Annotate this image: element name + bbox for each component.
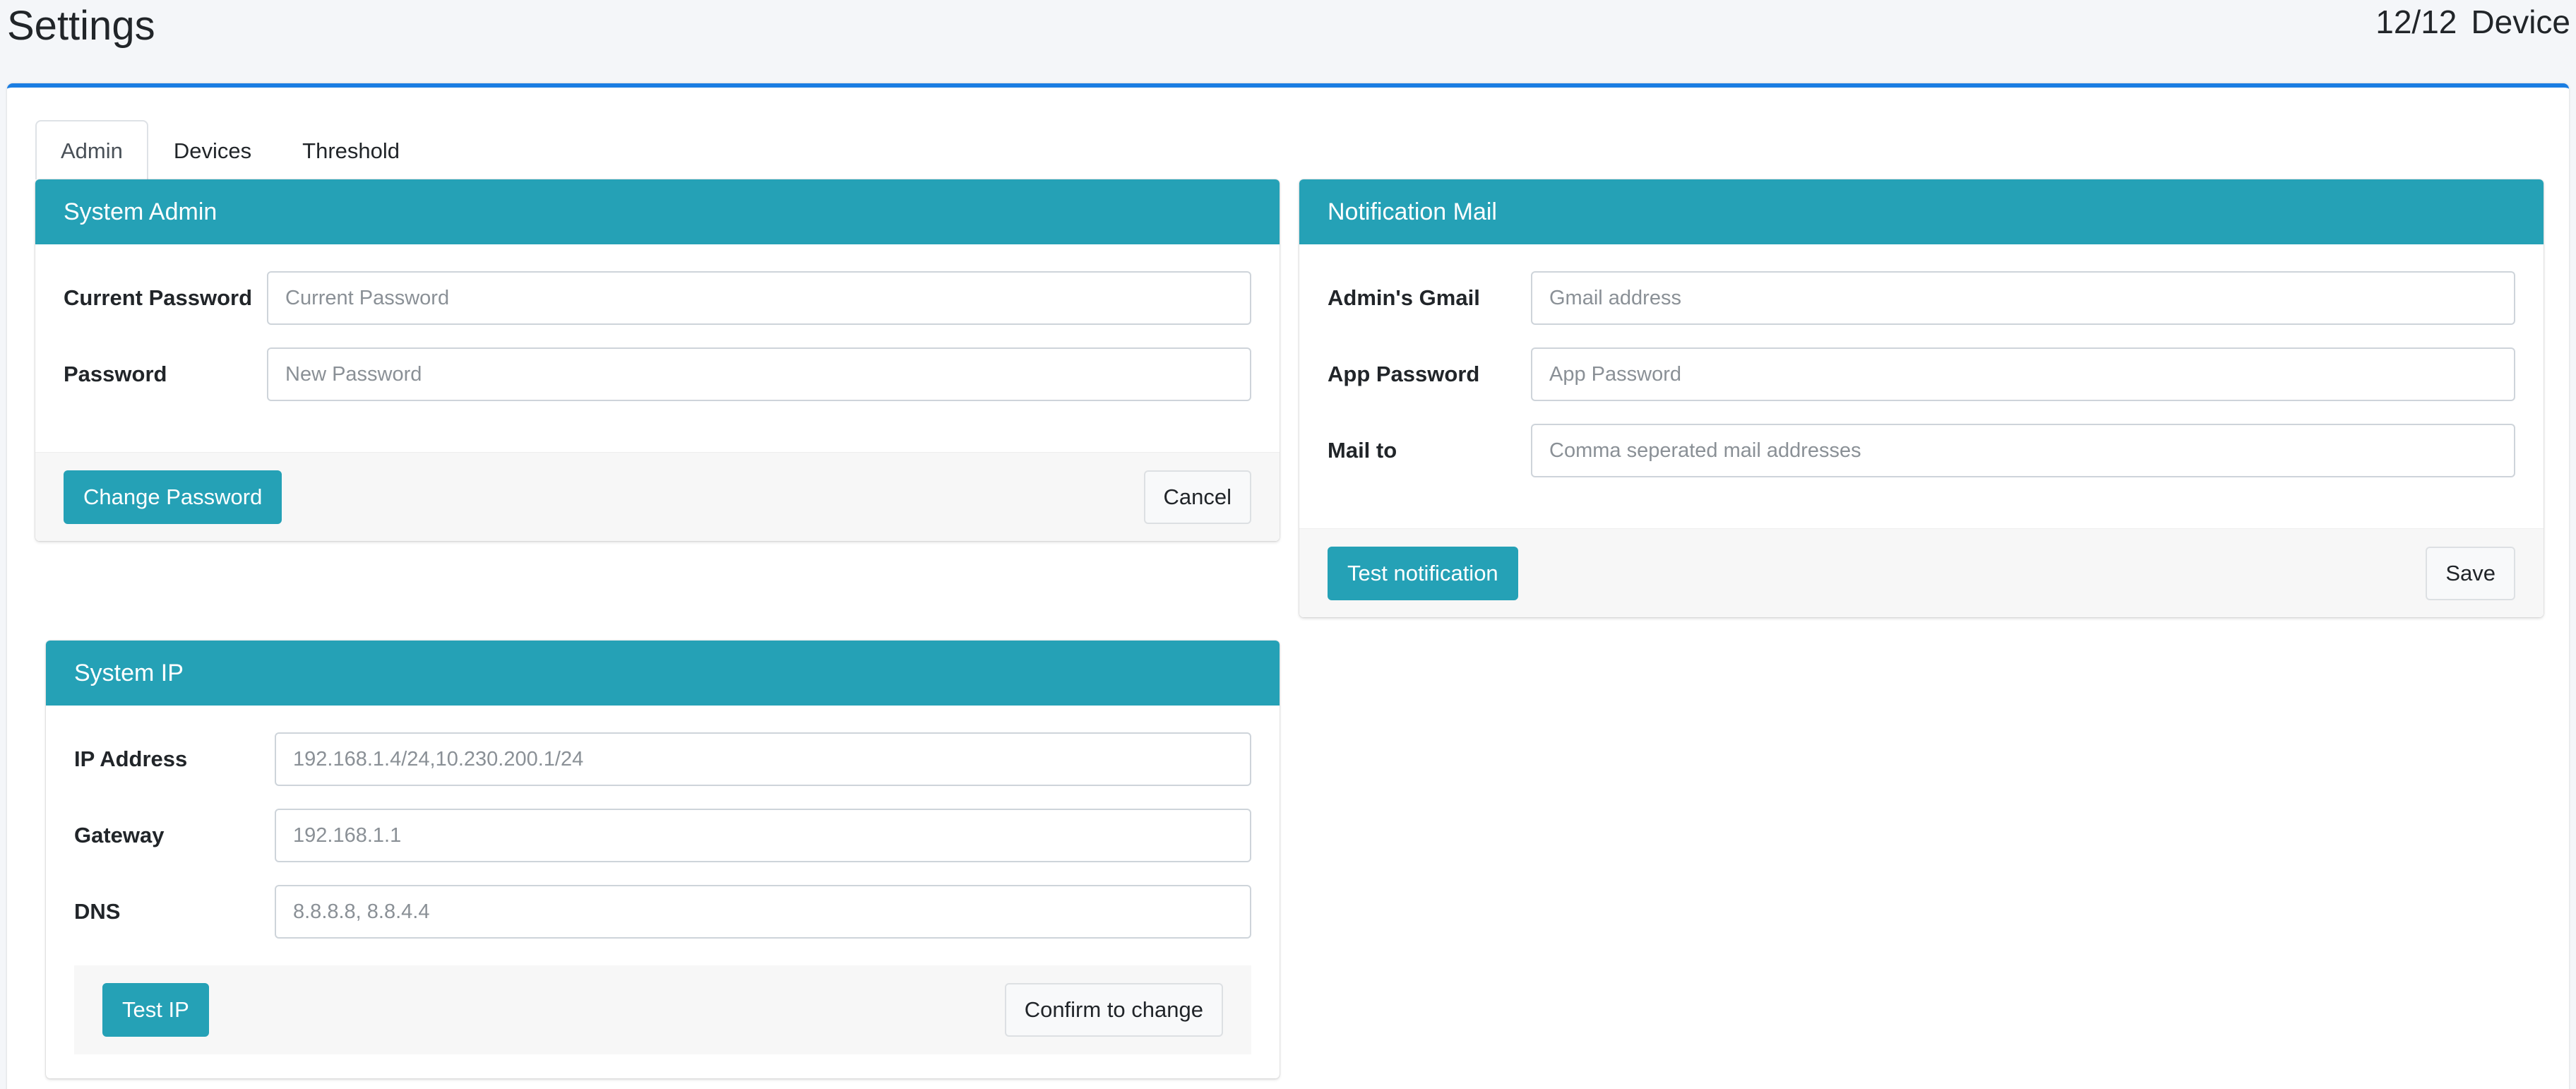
dns-input[interactable] [275,885,1251,939]
gateway-label: Gateway [74,823,165,847]
ip-address-row: IP Address [74,732,1251,786]
system-ip-title: System IP [46,641,1280,706]
system-ip-footer: Test IP Confirm to change [74,965,1251,1054]
gmail-label: Admin's Gmail [1328,285,1480,310]
save-button[interactable]: Save [2426,547,2515,600]
notification-mail-title: Notification Mail [1299,179,2544,244]
device-count-value: 12/12 [2375,4,2457,40]
system-admin-title: System Admin [35,179,1280,244]
settings-card: Admin Devices Threshold System Admin Cur… [7,83,2569,1089]
notification-mail-footer: Test notification Save [1299,528,2544,617]
app-password-input[interactable] [1531,347,2515,401]
page-header: Settings 12/12 Device [0,0,2576,85]
app-password-label: App Password [1328,362,1480,386]
current-password-row: Current Password [64,271,1251,325]
gateway-row: Gateway [74,809,1251,862]
confirm-change-button[interactable]: Confirm to change [1004,983,1223,1037]
settings-tabs: Admin Devices Threshold [35,120,425,179]
tab-admin[interactable]: Admin [35,120,148,179]
dns-row: DNS [74,885,1251,939]
tab-devices[interactable]: Devices [148,120,277,179]
gmail-input[interactable] [1531,271,2515,325]
system-admin-footer: Change Password Cancel [35,452,1280,541]
system-ip-panel: System IP IP Address Gateway DNS Test IP… [46,641,1280,1078]
ip-address-input[interactable] [275,732,1251,786]
tab-threshold[interactable]: Threshold [277,120,425,179]
ip-address-label: IP Address [74,746,188,771]
test-notification-button[interactable]: Test notification [1328,547,1518,600]
cancel-button[interactable]: Cancel [1143,470,1251,524]
gmail-row: Admin's Gmail [1328,271,2515,325]
device-count-label: Device [2471,4,2570,40]
new-password-row: Password [64,347,1251,401]
test-ip-button[interactable]: Test IP [102,983,209,1037]
gateway-input[interactable] [275,809,1251,862]
change-password-button[interactable]: Change Password [64,470,282,524]
mail-to-input[interactable] [1531,424,2515,477]
device-counter: 12/12 Device [2375,0,2570,44]
current-password-input[interactable] [267,271,1251,325]
notification-mail-panel: Notification Mail Admin's Gmail App Pass… [1299,179,2544,617]
page-title: Settings [7,3,155,49]
mail-to-label: Mail to [1328,438,1397,463]
mail-to-row: Mail to [1328,424,2515,477]
current-password-label: Current Password [64,285,253,310]
app-password-row: App Password [1328,347,2515,401]
dns-label: DNS [74,899,121,924]
system-admin-panel: System Admin Current Password Password C… [35,179,1280,541]
password-label: Password [64,362,167,386]
new-password-input[interactable] [267,347,1251,401]
